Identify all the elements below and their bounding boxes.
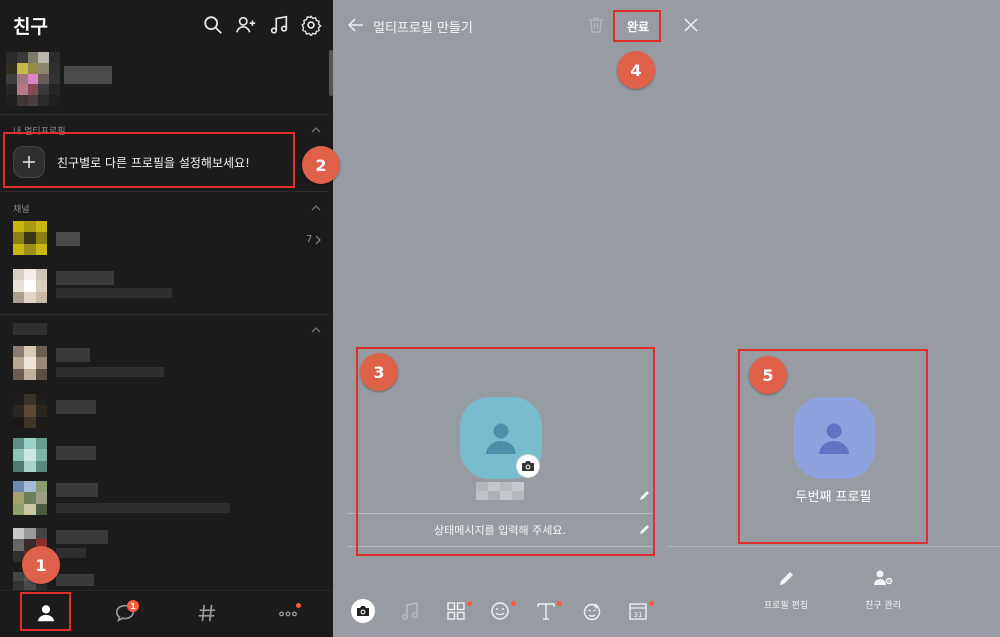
friend-status	[56, 288, 172, 298]
chevron-up-icon[interactable]	[311, 203, 321, 213]
sticker-grid-icon[interactable]	[445, 600, 467, 622]
section-label	[13, 323, 47, 335]
my-profile-name	[64, 66, 112, 84]
settings-icon[interactable]	[300, 14, 322, 36]
divider	[0, 114, 329, 115]
new-dot	[557, 601, 562, 606]
add-friend-icon[interactable]	[235, 14, 257, 36]
edit-profile-button[interactable]: 프로필 편집	[746, 598, 826, 611]
friend-name	[56, 574, 94, 586]
highlight-box-1	[20, 592, 71, 631]
new-dot	[467, 601, 472, 606]
sticker-face-icon[interactable]	[581, 600, 603, 622]
friend-name	[56, 483, 98, 497]
friend-avatar[interactable]	[13, 269, 47, 303]
step-badge-1: 1	[22, 546, 60, 584]
friend-avatar[interactable]	[13, 394, 47, 428]
new-dot	[649, 601, 654, 606]
friend-avatar[interactable]	[13, 346, 47, 380]
manage-friends-icon[interactable]	[873, 568, 893, 588]
friend-name	[56, 530, 108, 544]
chevron-right-icon[interactable]	[315, 235, 321, 245]
hashtag-tab-icon[interactable]	[196, 602, 218, 624]
divider	[0, 191, 329, 192]
friend-status	[56, 367, 164, 377]
channel-name	[56, 232, 80, 246]
step-badge-2: 2	[302, 146, 340, 184]
music-icon[interactable]	[399, 600, 421, 622]
new-dot	[511, 601, 516, 606]
back-arrow-icon[interactable]	[347, 16, 365, 34]
my-profile-avatar[interactable]	[6, 52, 60, 106]
step-badge-3: 3	[360, 353, 398, 391]
chat-unread-badge: 1	[127, 600, 139, 612]
channel-avatar[interactable]	[13, 221, 47, 255]
camera-tool-button[interactable]	[351, 599, 375, 623]
music-icon[interactable]	[268, 14, 290, 36]
chevron-up-icon[interactable]	[311, 125, 321, 135]
more-notification-dot	[296, 603, 301, 608]
highlight-box-3	[356, 347, 655, 556]
svg-text:31: 31	[634, 611, 643, 619]
emoticon-icon[interactable]	[489, 600, 511, 622]
divider	[667, 546, 1000, 547]
friends-panel: 친구 내 멀티프로필 친구별로 다른 프로필을 설정해보세요! 채널 7 1	[0, 0, 333, 637]
channel-label: 채널	[13, 205, 30, 215]
friend-status	[56, 503, 230, 513]
close-icon[interactable]	[683, 17, 699, 33]
manage-friends-button[interactable]: 친구 관리	[843, 598, 923, 611]
friend-name	[56, 348, 90, 362]
trash-icon[interactable]	[587, 16, 605, 34]
page-title: 친구	[13, 16, 48, 38]
friend-avatar[interactable]	[13, 481, 47, 515]
friend-name	[56, 400, 96, 414]
friend-avatar[interactable]	[13, 438, 47, 472]
text-icon[interactable]	[535, 600, 557, 622]
friend-name	[56, 271, 114, 285]
camera-icon	[357, 606, 369, 616]
channel-count: 7	[306, 234, 313, 245]
highlight-box-2	[3, 132, 295, 188]
page-title: 멀티프로필 만들기	[373, 21, 473, 36]
step-badge-4: 4	[617, 51, 655, 89]
friend-name	[56, 446, 96, 460]
pencil-icon[interactable]	[777, 568, 797, 588]
divider	[0, 314, 329, 315]
calendar-icon[interactable]: 31	[627, 600, 649, 622]
chevron-up-icon[interactable]	[311, 325, 321, 335]
search-icon[interactable]	[202, 14, 224, 36]
highlight-box-4	[613, 10, 661, 42]
friend-status	[56, 548, 86, 558]
step-badge-5: 5	[749, 356, 787, 394]
